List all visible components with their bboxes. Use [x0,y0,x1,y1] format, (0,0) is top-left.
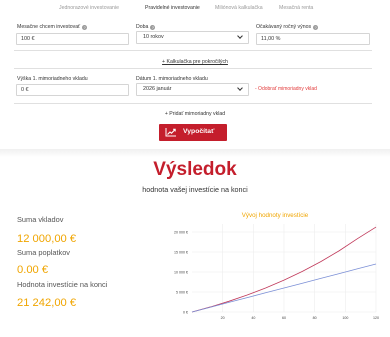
remove-extra-deposit-link[interactable]: - Odobrať mimoriadny vklad [255,86,317,92]
extra-date-select[interactable]: 2026 január [136,83,249,96]
fees-sum-value: 0.00 € [17,264,49,276]
investment-growth-chart: 0 € 5 000 € 10 000 € 15 000 € 20 000 € 20 40 60… [174,224,379,320]
duration-label-text: Doba [136,24,149,30]
yield-label: Očakávaný ročný výnos? [256,24,319,30]
duration-select[interactable]: 10 rokov [136,31,249,44]
duration-value: 10 rokov [143,34,164,40]
final-value-label: Hodnota investície na konci [17,280,108,289]
add-extra-deposit-link[interactable]: + Pridať mimoriadny vklad [0,111,390,117]
monthly-investment-label: Mesačne chcem investovať? [17,24,88,30]
extra-date-label: Dátum 1. mimoriadneho vkladu [136,76,208,82]
yield-input[interactable]: 11,00 % [256,33,370,45]
chevron-down-icon [237,33,243,39]
x-tick-label: 120 [373,316,379,320]
chevron-down-icon [237,85,243,91]
result-subtitle: hodnota vašej investície na konci [142,185,248,194]
extra-amount-input[interactable]: 0 € [16,84,129,96]
y-tick-label: 20 000 € [174,231,188,235]
info-icon[interactable]: ? [313,25,319,30]
yield-value: 11,00 % [261,36,281,42]
extra-amount-label: Výška 1. mimoriadneho vkladu [17,76,88,82]
y-tick-label: 5 000 € [176,291,188,295]
deposits-sum-value: 12 000,00 € [17,233,77,245]
x-tick-label: 100 [342,316,348,320]
extra-amount-value: 0 € [21,87,29,93]
monthly-investment-label-text: Mesačne chcem investovať [17,24,81,30]
calculate-button[interactable]: Vypočítať [159,124,227,141]
section-separator [0,149,390,157]
monthly-investment-value: 100 € [21,36,35,42]
x-tick-label: 40 [251,316,255,320]
y-tick-label: 10 000 € [174,271,188,275]
final-value-value: 21 242,00 € [17,297,77,309]
fees-sum-label: Suma poplatkov [17,248,70,257]
monthly-investment-input[interactable]: 100 € [16,33,129,45]
x-tick-label: 20 [221,316,225,320]
duration-label: Doba? [136,24,156,30]
info-icon[interactable]: ? [150,25,156,30]
divider [14,50,372,51]
advanced-calculator-link[interactable]: + Kalkulačka pre pokročilých [0,59,390,65]
x-tick-label: 80 [313,316,317,320]
info-icon[interactable]: ? [82,25,88,30]
x-tick-label: 60 [282,316,286,320]
chart-trend-icon [165,128,176,137]
divider [14,68,372,69]
y-tick-label: 0 € [183,311,188,315]
result-title: Výsledok [153,159,237,180]
chart-title: Vývoj hodnoty investície [241,212,309,219]
y-tick-label: 15 000 € [174,251,188,255]
calculator-form: Mesačne chcem investovať? 100 € Doba? 10… [0,0,390,152]
calculate-button-label: Vypočítať [183,128,215,135]
deposits-sum-label: Suma vkladov [17,215,64,224]
divider [14,103,372,104]
extra-date-value: 2026 január [143,86,172,92]
yield-label-text: Očakávaný ročný výnos [256,24,312,30]
